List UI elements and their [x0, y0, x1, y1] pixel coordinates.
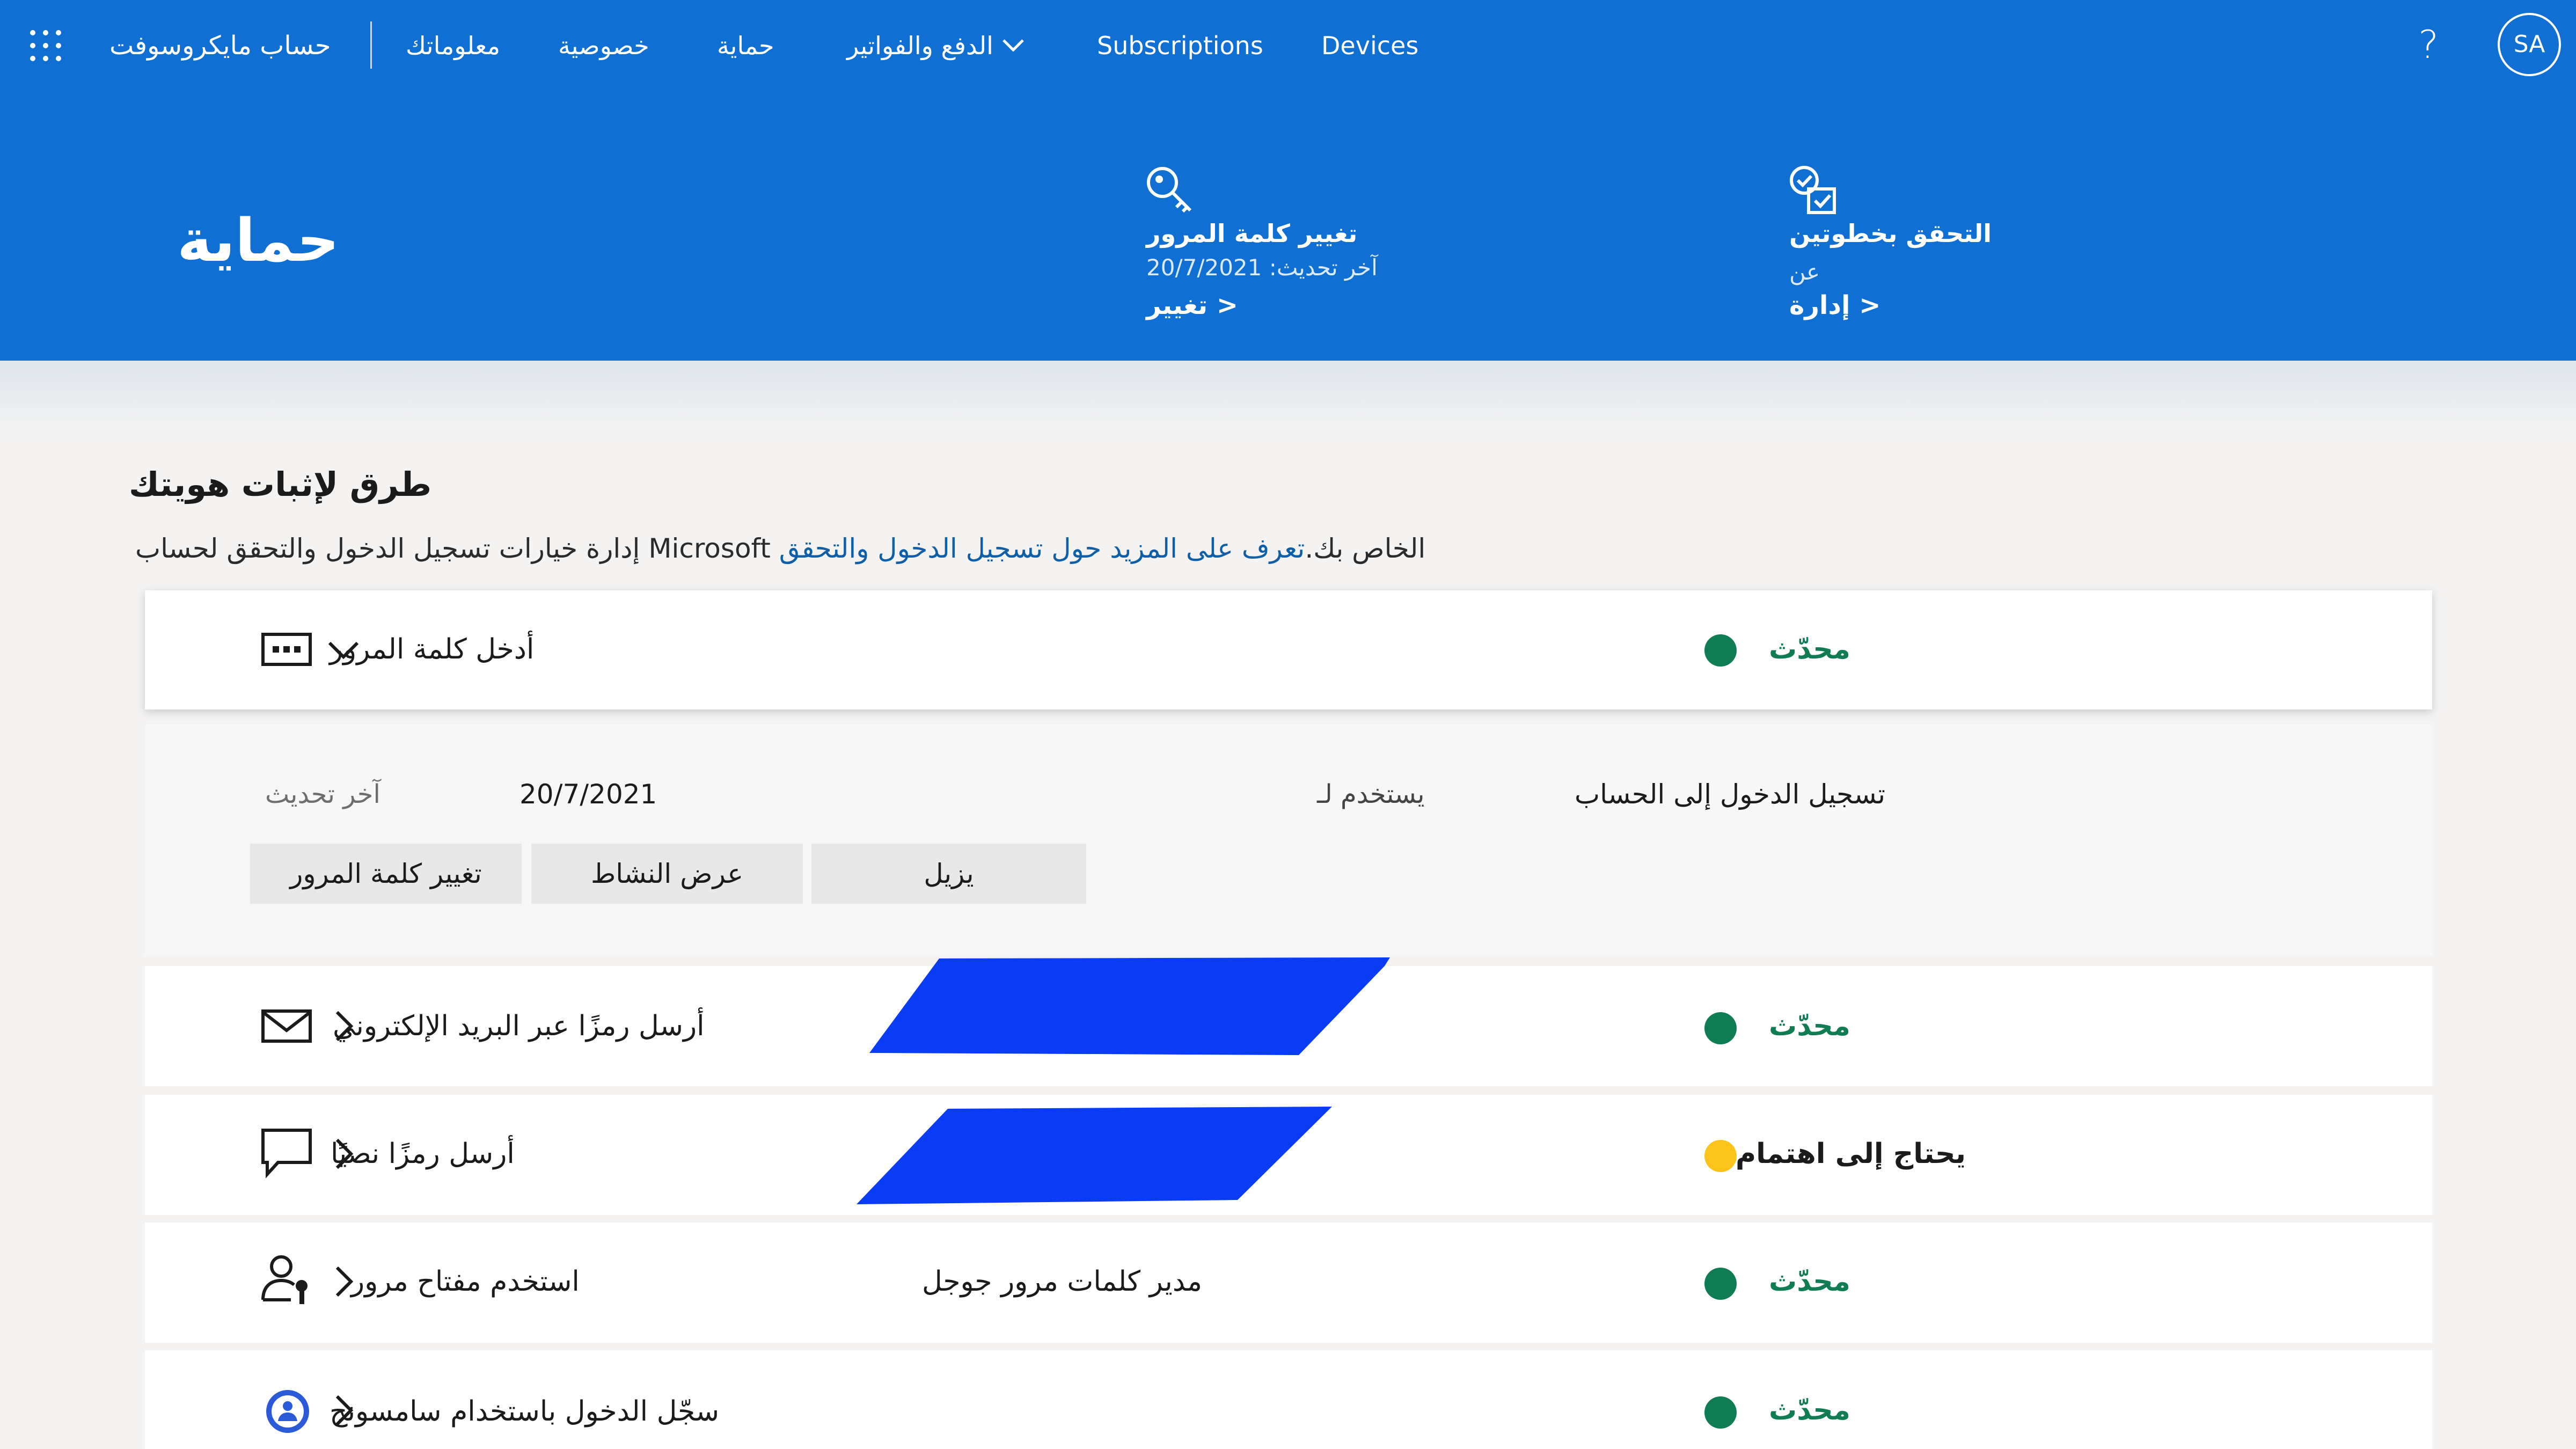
- two-step-status: عن: [1789, 259, 1820, 285]
- nav-item-your-info[interactable]: معلوماتك: [406, 28, 500, 63]
- envelope-icon: [260, 999, 313, 1053]
- change-password-button[interactable]: تغيير كلمة المرور: [250, 844, 522, 904]
- redaction-mark: [869, 955, 1395, 1057]
- section-description: إدارة خيارات تسجيل الدخول والتحقق لحساب …: [135, 527, 1425, 570]
- passkey-person-icon: [260, 1253, 313, 1306]
- method-label: استخدم مفتاح مرور: [351, 1265, 580, 1298]
- header-shadow: [0, 361, 2576, 441]
- brand-link[interactable]: حساب مايكروسوفت: [109, 28, 331, 63]
- used-for-value: تسجيل الدخول إلى الحساب: [1575, 779, 1885, 810]
- view-activity-button[interactable]: عرض النشاط: [531, 844, 803, 904]
- warning-circle-icon: [1704, 1140, 1737, 1172]
- method-label: أدخل كلمة المرور: [330, 633, 535, 665]
- used-for-label: يستخدم لـ: [1317, 779, 1425, 809]
- change-password-title: تغيير كلمة المرور: [1146, 219, 1358, 248]
- chat-bubble-icon: [260, 1125, 313, 1179]
- redaction-mark: [857, 1103, 1337, 1208]
- change-password-last-updated: آخر تحديث: 20/7/2021: [1146, 254, 1378, 281]
- app-launcher-icon[interactable]: [29, 29, 62, 62]
- method-label: أرسل رمزًا نصيًا: [331, 1138, 515, 1170]
- status-text: محدّث: [1769, 1394, 1850, 1426]
- learn-more-link[interactable]: تعرف على المزيد حول تسجيل الدخول والتحقق: [779, 533, 1305, 564]
- last-updated-label: آخر تحديث: [265, 779, 380, 809]
- key-icon: [1143, 163, 1197, 217]
- passkey-provider: مدير كلمات مرور جوجل: [922, 1265, 1203, 1298]
- last-updated-value: 20/7/2021: [519, 779, 657, 810]
- status-text: محدّث: [1769, 1265, 1850, 1298]
- method-row-samsung[interactable]: سجّل الدخول باستخدام سامسونج محدّث: [145, 1350, 2432, 1449]
- password-details-panel: آخر تحديث 20/7/2021 يستخدم لـ تسجيل الدخ…: [145, 724, 2432, 955]
- method-row-passkey[interactable]: استخدم مفتاح مرور مدير كلمات مرور جوجل م…: [145, 1223, 2432, 1343]
- method-row-password[interactable]: أدخل كلمة المرور محدّث: [145, 590, 2432, 709]
- method-label: سجّل الدخول باستخدام سامسونج: [330, 1395, 720, 1428]
- avatar[interactable]: SA: [2498, 13, 2561, 76]
- status-text: يحتاج إلى اهتمام: [1736, 1138, 1966, 1170]
- remove-button[interactable]: يزيل: [811, 844, 1086, 904]
- nav-item-privacy[interactable]: خصوصية: [558, 28, 649, 63]
- page-title: حماية: [177, 206, 340, 275]
- check-circle-icon: [1704, 1396, 1737, 1429]
- password-dots-icon: [260, 623, 313, 676]
- samsung-account-icon: [261, 1385, 314, 1438]
- status-text: محدّث: [1769, 633, 1850, 665]
- two-step-manage-link[interactable]: إدارة >: [1789, 289, 1880, 322]
- nav-item-subscriptions[interactable]: Subscriptions: [1097, 28, 1263, 63]
- nav-item-payment-billing[interactable]: الدفع والفواتير: [847, 28, 993, 63]
- check-circle-icon: [1704, 1012, 1737, 1044]
- change-password-link[interactable]: تغيير >: [1146, 289, 1238, 322]
- check-circle-icon: [1704, 634, 1737, 667]
- nav-divider: [370, 21, 372, 69]
- two-step-check-icon: [1787, 163, 1841, 217]
- two-step-title: التحقق بخطوتين: [1789, 219, 1992, 248]
- nav-item-security[interactable]: حماية: [717, 28, 774, 63]
- chevron-down-icon[interactable]: [999, 31, 1027, 59]
- check-circle-icon: [1704, 1268, 1737, 1300]
- method-label: أرسل رمزًا عبر البريد الإلكتروني: [333, 1010, 705, 1042]
- section-title: طرق لإثبات هويتك: [129, 465, 432, 504]
- help-icon[interactable]: ?: [2418, 20, 2439, 69]
- nav-item-devices[interactable]: Devices: [1321, 28, 1418, 63]
- status-text: محدّث: [1769, 1010, 1850, 1042]
- page-header: حساب مايكروسوفت معلوماتك خصوصية حماية ال…: [0, 0, 2576, 361]
